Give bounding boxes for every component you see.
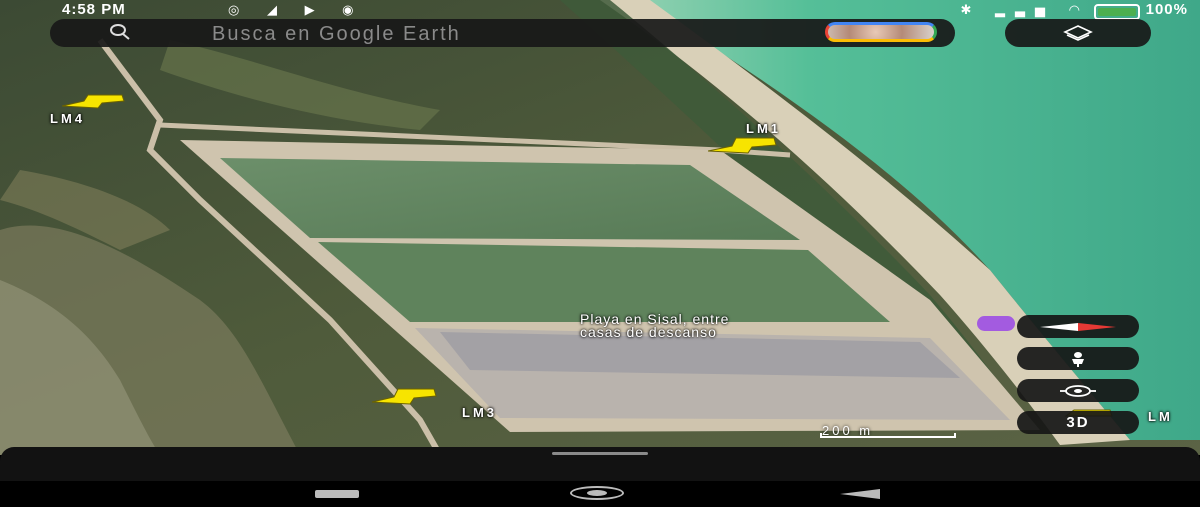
recents-button[interactable]: [315, 490, 359, 498]
system-icons: ✱ ▂▃▅ ◠: [960, 2, 1090, 17]
pushpin-icon: [707, 137, 777, 154]
pin-label-lm3: LM3: [462, 405, 497, 420]
search-bar[interactable]: [50, 19, 955, 47]
bottom-sheet[interactable]: [0, 447, 1200, 481]
compass-button[interactable]: [1017, 315, 1139, 338]
account-avatar[interactable]: [825, 22, 937, 42]
back-button[interactable]: [840, 489, 880, 499]
place-marker-icon[interactable]: [977, 316, 1015, 331]
search-input[interactable]: [210, 21, 814, 47]
my-location-icon: [1060, 385, 1096, 397]
battery-percent: 100%: [1145, 1, 1188, 18]
system-nav-bar: [0, 481, 1200, 507]
place-label-line2: casas de descanso: [580, 324, 717, 340]
pushpin-icon: [61, 94, 125, 109]
layers-button[interactable]: [1005, 19, 1151, 47]
battery-icon: [1094, 4, 1140, 20]
pin-lm3[interactable]: [371, 387, 438, 410]
place-label[interactable]: Playa en Sisal, entre casas de descanso: [580, 312, 729, 340]
pin-label-lm: LM: [1148, 409, 1173, 424]
home-button[interactable]: [570, 486, 624, 500]
status-time: 4:58 PM: [62, 1, 126, 18]
layers-icon: [1063, 25, 1093, 41]
search-icon-glyph: [110, 24, 130, 40]
battery-fill: [1098, 8, 1136, 16]
search-icon[interactable]: [108, 22, 130, 47]
drag-handle[interactable]: [552, 452, 648, 455]
notification-icons: ◎ ◢ ▶ ◉: [228, 2, 366, 17]
status-bar: 4:58 PM ◎ ◢ ▶ ◉ ✱ ▂▃▅ ◠ 100%: [0, 0, 1200, 20]
compass-icon: [1040, 323, 1116, 331]
3d-toggle-button[interactable]: 3D: [1017, 411, 1139, 434]
pin-label-lm4: LM4: [50, 111, 85, 126]
scale-bar: [820, 433, 956, 438]
street-view-button[interactable]: [1017, 347, 1139, 370]
my-location-button[interactable]: [1017, 379, 1139, 402]
pushpin-icon: [371, 388, 437, 405]
pin-label-lm1: LM1: [746, 121, 781, 136]
pegman-icon: [1072, 352, 1084, 367]
pin-lm1[interactable]: [707, 136, 778, 159]
